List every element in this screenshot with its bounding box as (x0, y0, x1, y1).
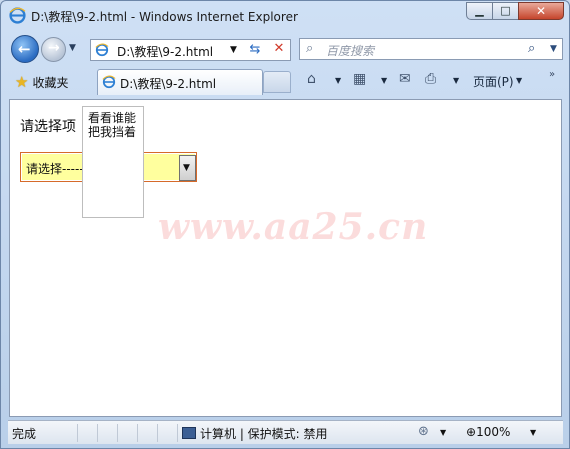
search-input[interactable]: 百度搜索 (326, 42, 374, 59)
new-tab-button[interactable] (263, 71, 291, 93)
zoom-icon: ⊕ (466, 425, 477, 439)
tab-current-page[interactable]: D:\教程\9-2.html (97, 69, 263, 95)
overlay-text: 看看谁能把我挡着 (88, 111, 137, 139)
minimize-button[interactable]: ▁ (466, 2, 493, 20)
maximize-icon: □ (500, 4, 511, 17)
tab-ie-icon (102, 75, 116, 89)
page-ie-icon (95, 43, 109, 57)
ie-logo-icon (9, 7, 26, 24)
status-divider (78, 424, 98, 442)
page-content: 请选择项 请选择------------- ▼ 看看谁能把我挡着 www.aa2… (9, 99, 562, 417)
recent-pages-dropdown[interactable]: ▼ (69, 43, 76, 53)
address-bar[interactable]: D:\教程\9-2.html ▼ ⇆ ✕ (90, 39, 291, 61)
status-divider (118, 424, 138, 442)
watermark: www.aa25.cn (158, 206, 429, 248)
command-bar: ★ 收藏夹 D:\教程\9-2.html ⌂ ▼ ▦ ▼ ✉ ⎙ ▼ 页面(P)… (1, 67, 569, 97)
refresh-icon[interactable]: ⇆ (245, 42, 265, 58)
status-divider (138, 424, 158, 442)
navigation-bar: ← → ▼ D:\教程\9-2.html ▼ ⇆ ✕ ⌕ 百度搜索 ⌕ ▼ (1, 31, 569, 67)
status-divider (58, 424, 78, 442)
favorites-button[interactable]: ★ 收藏夹 (15, 72, 68, 92)
security-status-icon[interactable]: ⊛ (418, 424, 429, 439)
page-menu-dropdown-icon[interactable]: ▼ (516, 76, 522, 85)
back-arrow-icon: ← (18, 40, 31, 58)
address-input[interactable]: D:\教程\9-2.html (117, 43, 213, 60)
security-zone-label: 计算机 | 保护模式: 禁用 (200, 427, 328, 441)
feeds-dropdown-icon[interactable]: ▼ (381, 76, 387, 85)
print-dropdown-icon[interactable]: ▼ (453, 76, 459, 85)
status-divider (158, 424, 178, 442)
window-controls: ▁ □ ✕ (466, 2, 564, 20)
tab-title: D:\教程\9-2.html (120, 77, 217, 91)
search-box[interactable]: ⌕ 百度搜索 ⌕ ▼ (299, 38, 563, 60)
more-commands-icon[interactable]: » (549, 69, 555, 80)
stop-icon[interactable]: ✕ (269, 41, 289, 59)
mail-icon[interactable]: ✉ (399, 71, 411, 87)
title-bar[interactable]: D:\教程\9-2.html - Windows Internet Explor… (1, 1, 569, 31)
close-button[interactable]: ✕ (518, 2, 564, 20)
home-icon[interactable]: ⌂ (307, 71, 316, 87)
chevron-down-icon: ▼ (183, 163, 190, 173)
forward-arrow-icon: → (48, 40, 60, 56)
zoom-level-button[interactable]: ⊕100% (466, 425, 510, 439)
favorites-star-icon: ★ (15, 73, 29, 91)
close-icon: ✕ (535, 4, 547, 18)
search-options-dropdown-icon[interactable]: ▼ (550, 44, 557, 54)
overlay-box: 看看谁能把我挡着 (82, 106, 144, 218)
address-dropdown-icon[interactable]: ▼ (230, 45, 237, 55)
forward-button[interactable]: → (41, 37, 66, 62)
security-zone[interactable]: 计算机 | 保护模式: 禁用 (182, 425, 328, 442)
favorites-label: 收藏夹 (32, 75, 69, 90)
zoom-dropdown-icon[interactable]: ▼ (530, 428, 536, 437)
status-bar: 完成 计算机 | 保护模式: 禁用 ⊛ ▼ ⊕100% ▼ (8, 420, 563, 444)
home-dropdown-icon[interactable]: ▼ (335, 76, 341, 85)
zoom-level: 100% (476, 425, 511, 439)
select-prompt-label: 请选择项 (20, 119, 76, 135)
computer-icon (182, 427, 196, 439)
security-dropdown-icon[interactable]: ▼ (440, 428, 446, 437)
maximize-button[interactable]: □ (492, 2, 519, 20)
window-title: D:\教程\9-2.html - Windows Internet Explor… (31, 10, 298, 24)
ie-window: D:\教程\9-2.html - Windows Internet Explor… (0, 0, 570, 449)
search-icon[interactable]: ⌕ (528, 41, 535, 56)
print-icon[interactable]: ⎙ (425, 71, 436, 87)
feeds-icon[interactable]: ▦ (353, 71, 366, 87)
back-button[interactable]: ← (11, 35, 39, 63)
minimize-icon: ▁ (475, 4, 484, 17)
status-text: 完成 (12, 427, 37, 441)
page-menu-button[interactable]: 页面(P) (473, 73, 514, 90)
select-dropdown-button[interactable]: ▼ (179, 155, 196, 181)
search-provider-icon: ⌕ (306, 41, 314, 56)
status-divider (98, 424, 118, 442)
